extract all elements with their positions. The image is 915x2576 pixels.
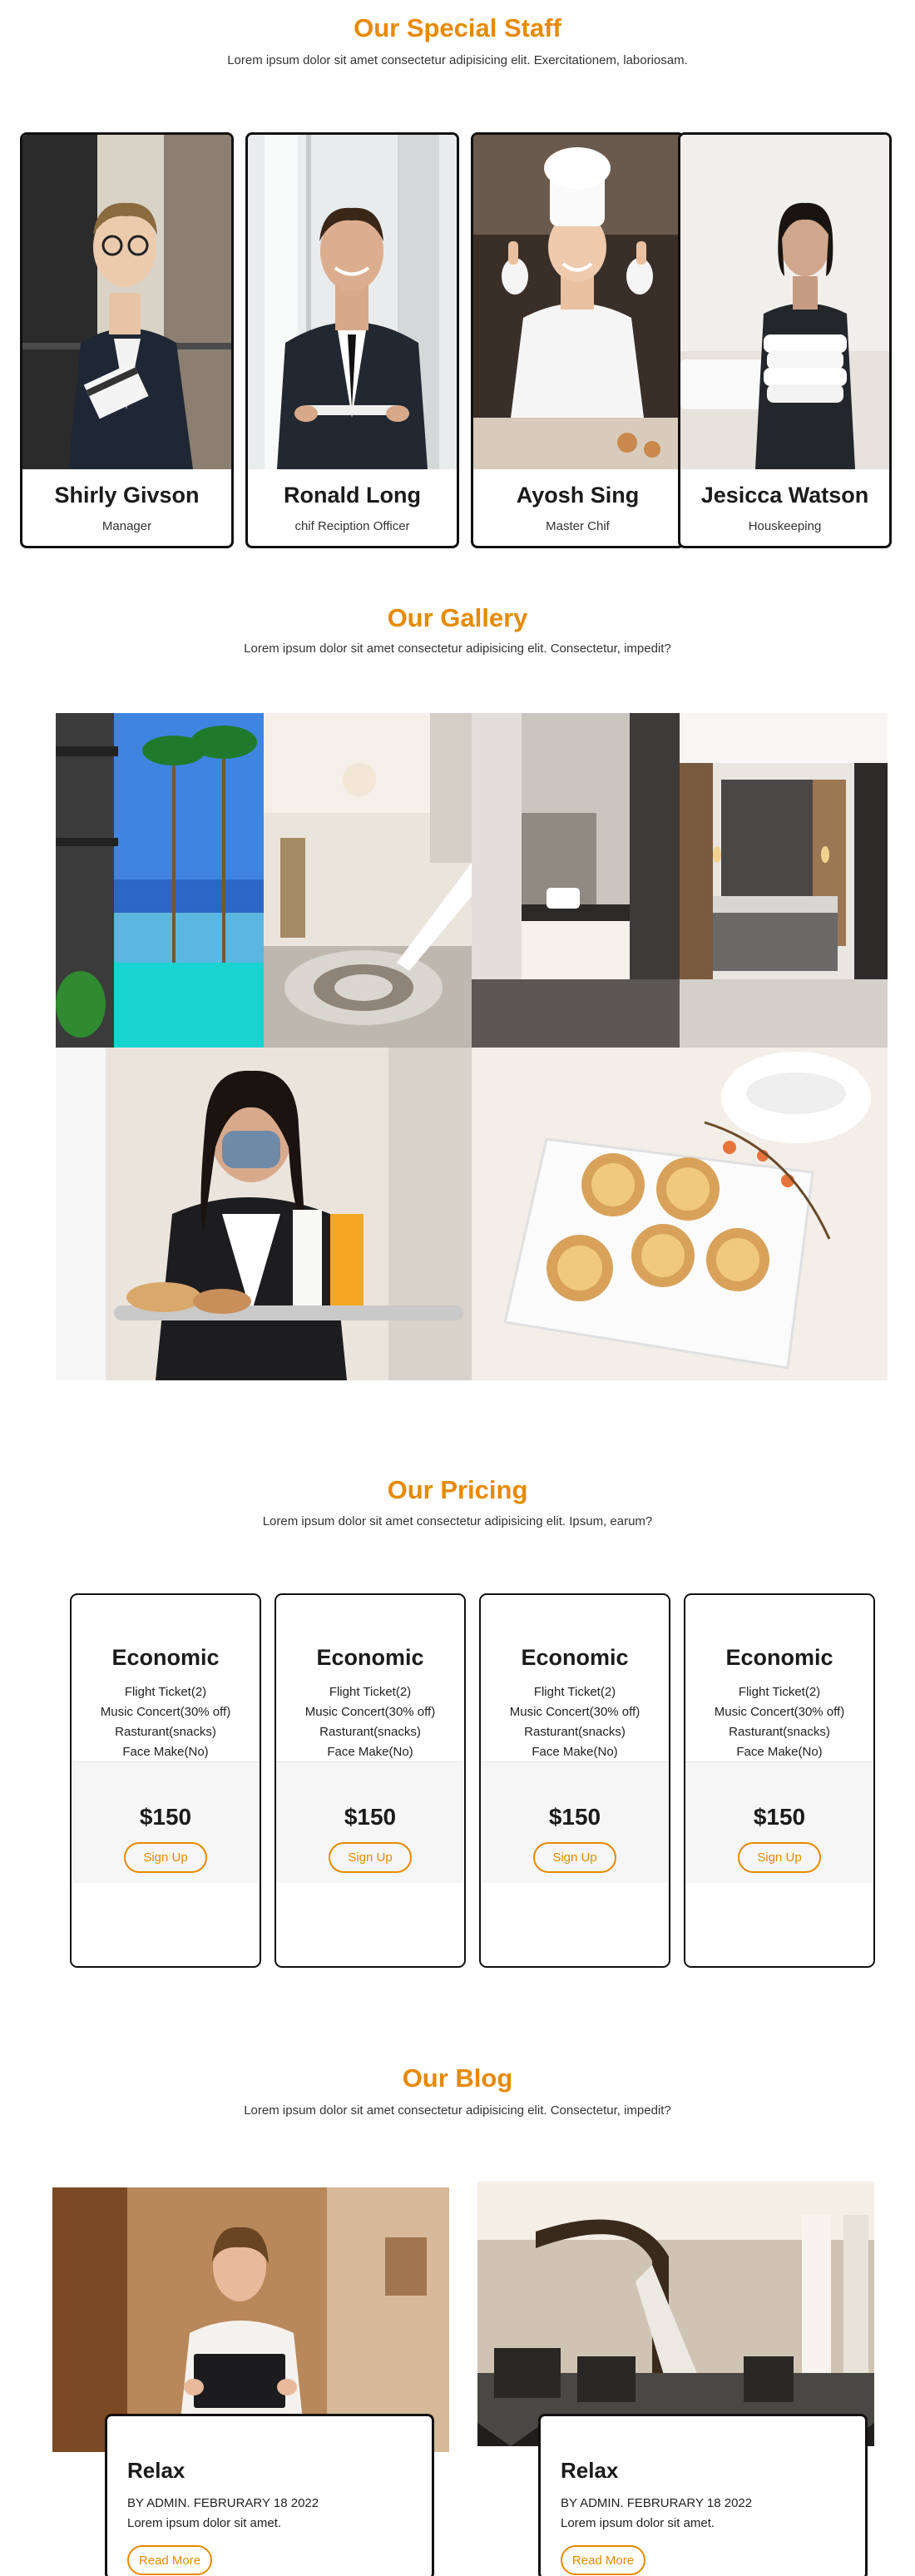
plan-feature: Face Make(No) bbox=[736, 1745, 823, 1759]
plan-name: Economic bbox=[111, 1645, 220, 1670]
blog-section-title: Our Blog bbox=[402, 2063, 513, 2093]
staff-card: Ayosh Sing Master Chif bbox=[471, 132, 685, 548]
staff-card: Jesicca Watson Houskeeping bbox=[678, 132, 892, 548]
gallery-image-lobby[interactable] bbox=[264, 713, 472, 1048]
pricing-card: Economic Flight Ticket(2) Music Concert(… bbox=[479, 1593, 670, 1968]
pricing-card: Economic Flight Ticket(2) Music Concert(… bbox=[684, 1593, 875, 1968]
blog-post-card: Relax BY ADMIN. FEBRURARY 18 2022 Lorem … bbox=[538, 2414, 868, 2576]
blog-post-title: Relax bbox=[127, 2458, 185, 2483]
pricing-card: Economic Flight Ticket(2) Music Concert(… bbox=[274, 1593, 466, 1968]
plan-price: $150 bbox=[139, 1804, 192, 1830]
price-band: $150 Sign Up bbox=[481, 1761, 669, 1883]
plan-feature: Music Concert(30% off) bbox=[304, 1705, 436, 1719]
blog-post-title: Relax bbox=[561, 2458, 619, 2483]
staff-role: Master Chif bbox=[546, 519, 610, 533]
staff-photo-housekeeper bbox=[680, 135, 889, 469]
staff-photo-man-in-suit bbox=[248, 135, 457, 469]
blog-post-meta: BY ADMIN. FEBRURARY 18 2022 bbox=[127, 2496, 319, 2510]
blog-post-excerpt: Lorem ipsum dolor sit amet. bbox=[127, 2516, 282, 2530]
staff-name: Jesicca Watson bbox=[700, 483, 869, 508]
pricing-section-title: Our Pricing bbox=[387, 1475, 528, 1504]
staff-role: chif Reciption Officer bbox=[294, 519, 410, 533]
plan-feature: Music Concert(30% off) bbox=[100, 1705, 231, 1719]
plan-price: $150 bbox=[548, 1804, 601, 1830]
plan-feature: Music Concert(30% off) bbox=[714, 1705, 845, 1719]
staff-section-subtitle: Lorem ipsum dolor sit amet consectetur a… bbox=[227, 53, 688, 67]
plan-feature: Rasturant(snacks) bbox=[319, 1725, 421, 1739]
plan-feature: Rasturant(snacks) bbox=[115, 1725, 216, 1739]
sign-up-button[interactable]: Sign Up bbox=[533, 1842, 616, 1873]
staff-name: Ronald Long bbox=[284, 483, 421, 508]
sign-up-button[interactable]: Sign Up bbox=[124, 1842, 207, 1873]
staff-role: Manager bbox=[101, 519, 152, 533]
blog-post-card: Relax BY ADMIN. FEBRURARY 18 2022 Lorem … bbox=[105, 2414, 434, 2576]
blog-section-subtitle: Lorem ipsum dolor sit amet consectetur a… bbox=[244, 2103, 671, 2118]
plan-feature: Music Concert(30% off) bbox=[509, 1705, 640, 1719]
plan-feature: Flight Ticket(2) bbox=[738, 1685, 821, 1699]
gallery-image-bedroom-2[interactable] bbox=[680, 713, 888, 1048]
plan-price: $150 bbox=[753, 1804, 806, 1830]
price-band: $150 Sign Up bbox=[685, 1761, 873, 1883]
blog-post-meta: BY ADMIN. FEBRURARY 18 2022 bbox=[561, 2496, 753, 2510]
gallery-image-bedroom-1[interactable] bbox=[472, 713, 680, 1048]
sign-up-button[interactable]: Sign Up bbox=[329, 1842, 412, 1873]
staff-photo-man-with-binder bbox=[22, 135, 231, 469]
gallery-section-title: Our Gallery bbox=[387, 603, 528, 632]
staff-name: Shirly Givson bbox=[54, 483, 200, 508]
plan-name: Economic bbox=[316, 1645, 424, 1670]
price-band: $150 Sign Up bbox=[72, 1761, 260, 1883]
plan-feature: Rasturant(snacks) bbox=[524, 1725, 626, 1739]
plan-name: Economic bbox=[521, 1645, 629, 1670]
read-more-button[interactable]: Read More bbox=[561, 2545, 645, 2575]
blog-image-receptionist[interactable] bbox=[52, 2187, 449, 2452]
price-band: $150 Sign Up bbox=[276, 1761, 464, 1883]
sign-up-button[interactable]: Sign Up bbox=[738, 1842, 821, 1873]
plan-feature: Face Make(No) bbox=[327, 1745, 413, 1759]
pricing-card: Economic Flight Ticket(2) Music Concert(… bbox=[70, 1593, 261, 1968]
plan-price: $150 bbox=[344, 1804, 397, 1830]
staff-card: Ronald Long chif Reciption Officer bbox=[245, 132, 459, 548]
staff-role: Houskeeping bbox=[748, 519, 822, 533]
plan-name: Economic bbox=[725, 1645, 833, 1670]
plan-feature: Face Make(No) bbox=[122, 1745, 209, 1759]
plan-feature: Rasturant(snacks) bbox=[729, 1725, 830, 1739]
staff-photo-chef bbox=[473, 135, 682, 469]
plan-feature: Face Make(No) bbox=[532, 1745, 618, 1759]
plan-feature: Flight Ticket(2) bbox=[124, 1685, 207, 1699]
gallery-image-waitress[interactable] bbox=[56, 1048, 472, 1380]
staff-name: Ayosh Sing bbox=[516, 483, 640, 508]
plan-feature: Flight Ticket(2) bbox=[329, 1685, 412, 1699]
gallery-image-pool[interactable] bbox=[56, 713, 264, 1048]
gallery-section-subtitle: Lorem ipsum dolor sit amet consectetur a… bbox=[244, 642, 671, 656]
staff-card: Shirly Givson Manager bbox=[20, 132, 234, 548]
blog-image-hotel-lobby[interactable] bbox=[477, 2182, 874, 2446]
gallery-image-pastries[interactable] bbox=[472, 1048, 888, 1380]
read-more-button[interactable]: Read More bbox=[127, 2545, 212, 2575]
staff-section-title: Our Special Staff bbox=[354, 13, 561, 42]
pricing-section-subtitle: Lorem ipsum dolor sit amet consectetur a… bbox=[262, 1514, 653, 1528]
blog-post-excerpt: Lorem ipsum dolor sit amet. bbox=[561, 2516, 715, 2530]
plan-feature: Flight Ticket(2) bbox=[533, 1685, 616, 1699]
